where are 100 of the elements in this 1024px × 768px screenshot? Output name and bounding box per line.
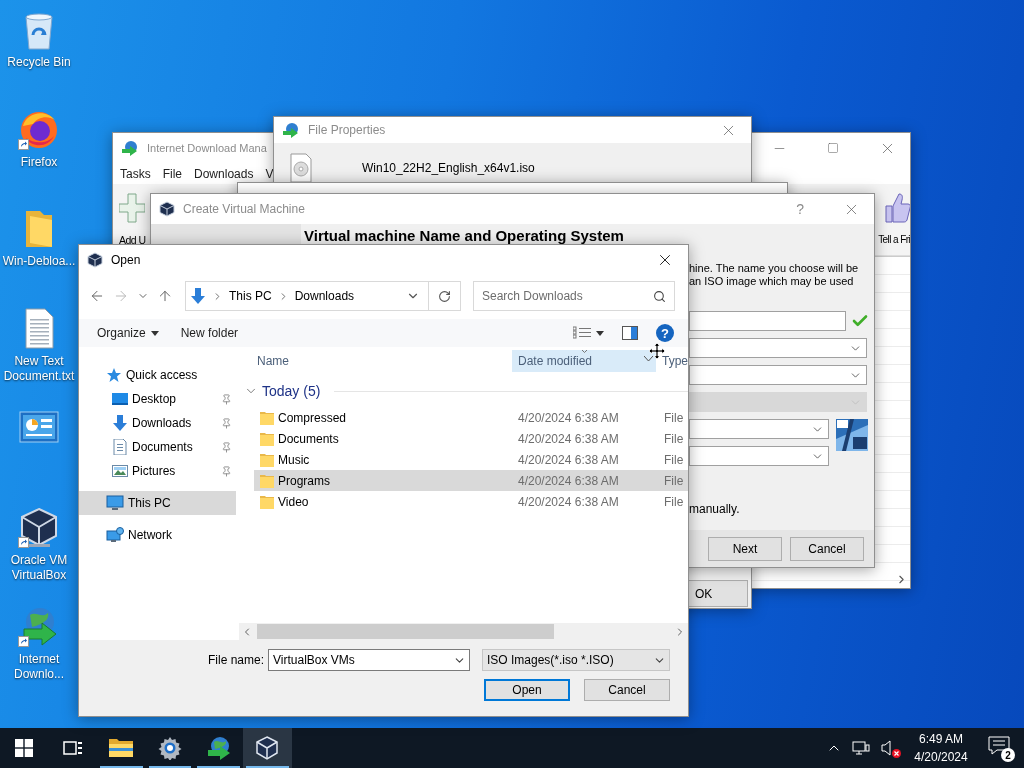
desktop-icon-label: Internet Downlo...	[13, 652, 65, 682]
horizontal-scrollbar[interactable]	[239, 623, 688, 640]
list-view-icon	[573, 326, 591, 340]
file-type-dropdown[interactable]: ISO Images(*.iso *.ISO)	[482, 649, 670, 671]
menu-item[interactable]: Downloads	[194, 166, 254, 181]
dropdown[interactable]	[689, 419, 829, 439]
date-modified: 4/20/2024 6:38 AM	[517, 452, 620, 467]
globe-arrow-icon[interactable]	[205, 736, 232, 760]
dialog-button[interactable]: Cancel	[584, 679, 670, 701]
nav-item[interactable]: This PC	[79, 491, 236, 515]
file-row[interactable]: Video 4/20/2024 6:38 AM File	[254, 491, 688, 512]
file-row[interactable]: Programs 4/20/2024 6:38 AM File	[254, 470, 688, 491]
file-type: File	[663, 494, 685, 509]
help-button[interactable]: ?	[780, 201, 820, 217]
folder-icon	[260, 493, 274, 510]
nav-item[interactable]: Downloads	[85, 411, 236, 435]
address-bar[interactable]: This PC Downloads	[185, 281, 461, 311]
cube-icon	[87, 252, 103, 268]
dropdown[interactable]	[689, 446, 829, 466]
taskbar-button[interactable]	[242, 728, 292, 768]
desktop-icon	[112, 391, 128, 407]
field-label: File name:	[207, 653, 264, 667]
description-text: hine. The name you choose will be	[689, 262, 860, 275]
menu-item[interactable]: Tasks	[120, 166, 151, 181]
network-icon	[106, 527, 124, 543]
preview-pane-icon[interactable]	[622, 326, 638, 340]
date-modified: 4/20/2024 6:38 AM	[517, 494, 620, 509]
clock[interactable]: 6:49 AM 4/20/2024	[912, 730, 970, 766]
toolbar-button[interactable]: Tell a Fri	[878, 190, 910, 245]
window-title: Open	[111, 253, 142, 267]
column-header[interactable]: Date modified	[512, 350, 656, 372]
plus-icon	[119, 190, 145, 226]
breadcrumb[interactable]: Downloads	[294, 289, 355, 303]
file-type: File	[663, 473, 685, 488]
file-name-field[interactable]: VirtualBox VMs	[268, 649, 470, 671]
menu-item[interactable]: File	[162, 166, 183, 181]
download-arrow-icon	[112, 415, 128, 431]
network-icon[interactable]	[852, 740, 870, 756]
windows-logo-icon[interactable]	[15, 739, 34, 757]
view-button[interactable]	[573, 326, 604, 340]
refresh-icon[interactable]	[438, 289, 451, 303]
nav-item[interactable]: Documents	[85, 435, 236, 459]
cube-icon[interactable]	[255, 736, 280, 760]
desktop-icon-label: Win-Debloa...	[1, 254, 77, 269]
file-type: File	[663, 452, 685, 467]
folder-icon	[260, 430, 274, 447]
date-modified: 4/20/2024 6:38 AM	[517, 473, 620, 488]
caret-icon	[150, 330, 159, 336]
gear-icon[interactable]	[158, 736, 183, 760]
pictures-icon	[112, 463, 128, 479]
note-text: manually.	[689, 502, 741, 516]
window-title: Create Virtual Machine	[183, 202, 306, 216]
column-header[interactable]: Name	[236, 350, 512, 372]
file-type: File	[663, 410, 685, 425]
toolbar-button[interactable]: Add U	[119, 190, 146, 246]
file-name: Documents	[278, 431, 339, 446]
column-header[interactable]: Type	[656, 350, 688, 372]
file-row[interactable]: Compressed 4/20/2024 6:38 AM File	[254, 407, 688, 428]
search-icon	[653, 289, 666, 303]
dropdown[interactable]	[689, 338, 867, 358]
folder-icon	[260, 472, 274, 489]
dropdown-caret-icon[interactable]	[644, 356, 653, 362]
document-icon	[112, 439, 128, 455]
scrollbar-thumb[interactable]	[257, 624, 554, 639]
file-name: Win10_22H2_English_x64v1.iso	[362, 161, 535, 175]
file-name: Music	[278, 452, 310, 467]
menu-item[interactable]: V	[265, 166, 274, 181]
window-title: File Properties	[308, 123, 387, 137]
date-modified: 4/20/2024 6:38 AM	[517, 410, 620, 425]
desktop-icon-label: Recycle Bin	[6, 55, 72, 70]
name-field[interactable]	[689, 311, 846, 331]
desktop-icon-label: Firefox	[19, 154, 59, 170]
group-header: Today (5)	[262, 383, 321, 399]
dialog-button[interactable]: Next	[708, 536, 782, 561]
dropdown[interactable]	[689, 365, 867, 385]
notification-count: 2	[1001, 748, 1015, 762]
nav-item[interactable]: Quick access	[79, 363, 236, 387]
window-title: Internet Download Mana	[147, 142, 268, 154]
task-view-icon[interactable]	[62, 739, 83, 757]
folder-icon	[260, 409, 274, 426]
nav-item[interactable]: Network	[79, 523, 236, 547]
help-button[interactable]: ?	[656, 324, 674, 342]
dialog-button[interactable]: Open	[484, 679, 570, 701]
new-folder-button[interactable]: New folder	[180, 326, 239, 340]
os-logo-icon	[836, 419, 868, 451]
up-arrow-icon[interactable]	[157, 288, 173, 304]
globe-arrow-icon	[121, 140, 139, 156]
file-row[interactable]: Documents 4/20/2024 6:38 AM File	[254, 428, 688, 449]
file-row[interactable]: Music 4/20/2024 6:38 AM File	[254, 449, 688, 470]
breadcrumb[interactable]: This PC	[229, 289, 272, 303]
dialog-button[interactable]: Cancel	[790, 536, 864, 561]
nav-item[interactable]: Desktop	[85, 387, 236, 411]
nav-item[interactable]: Pictures	[85, 459, 236, 483]
monitor-icon	[106, 495, 124, 511]
caret-icon	[596, 330, 604, 336]
folder-icon[interactable]	[109, 738, 134, 758]
cube-icon[interactable]	[18, 505, 60, 548]
organize-button[interactable]: Organize	[97, 326, 159, 340]
globe-arrow-icon	[282, 122, 300, 138]
search-field[interactable]: Search Downloads	[473, 281, 675, 311]
